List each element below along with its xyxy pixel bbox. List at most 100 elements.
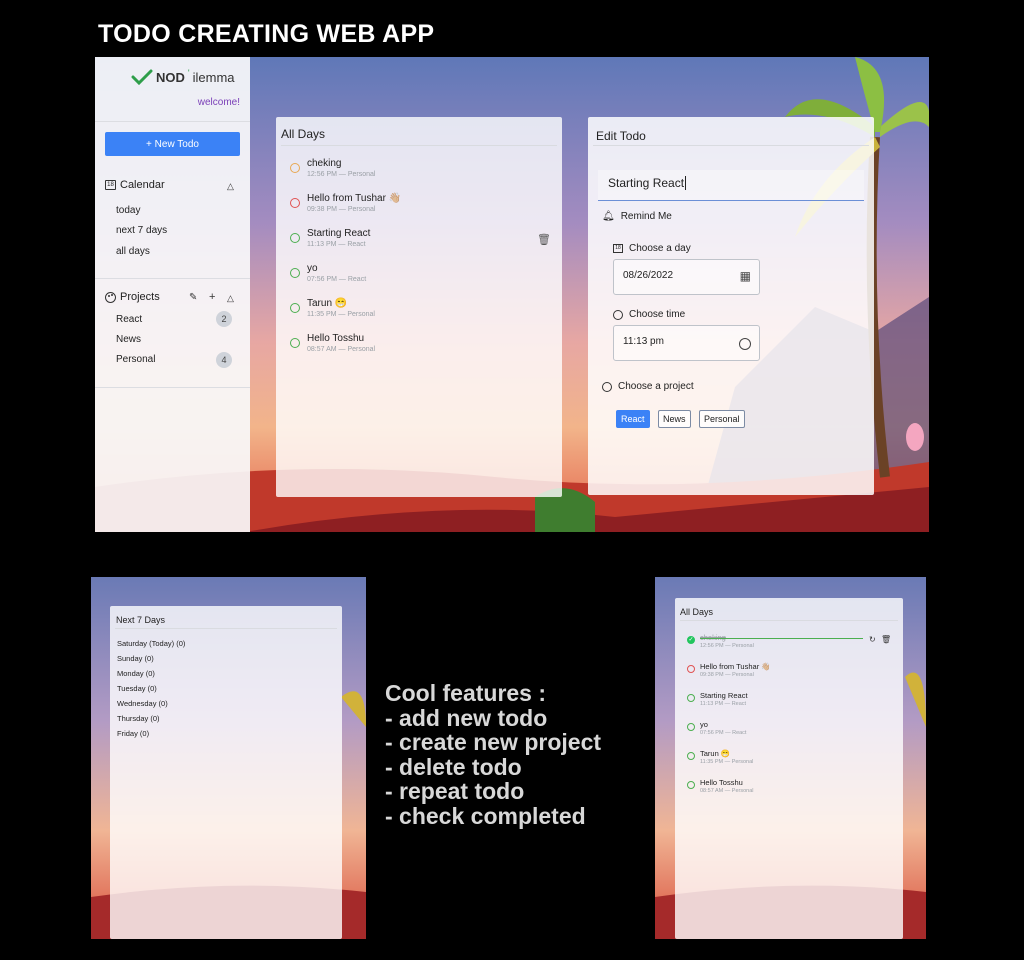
- sidebar-item-next-7-days[interactable]: next 7 days: [116, 225, 167, 236]
- todo-text-input[interactable]: Starting React: [598, 170, 864, 201]
- complete-checkbox[interactable]: [290, 233, 300, 243]
- todo-meta: 07:56 PM — React: [307, 276, 367, 283]
- project-count-badge: 4: [216, 352, 232, 368]
- feature-item: - delete todo: [385, 753, 522, 780]
- day-row: Tuesday (0): [117, 684, 157, 693]
- chevron-up-icon[interactable]: △: [227, 293, 234, 304]
- project-count-badge: 2: [216, 311, 232, 327]
- complete-checkbox[interactable]: [687, 723, 695, 731]
- todo-text-value: Starting React: [608, 176, 685, 190]
- project-option-personal[interactable]: Personal: [699, 410, 745, 428]
- list-panel-title: All Days: [281, 127, 326, 141]
- new-todo-button[interactable]: + New Todo: [105, 132, 240, 156]
- feature-item: - add new todo: [385, 704, 548, 731]
- app-logo[interactable]: NOD ' ilemma: [131, 68, 235, 85]
- complete-checkbox[interactable]: ✓: [687, 636, 695, 644]
- sidebar-item-today[interactable]: today: [116, 205, 140, 216]
- palette-icon: [105, 291, 116, 303]
- feature-item: - repeat todo: [385, 778, 525, 805]
- todo-meta: 11:35 PM — Personal: [700, 759, 754, 765]
- next-7-days-title: Next 7 Days: [116, 615, 166, 625]
- time-value: 11:13 pm: [623, 336, 664, 347]
- panel-divider: [281, 145, 557, 146]
- panel-divider: [593, 145, 869, 146]
- edit-todo-panel: Edit Todo Starting React 🔔︎ Remind Me 18…: [588, 117, 874, 495]
- repeat-icon[interactable]: ↻: [869, 635, 876, 644]
- sidebar: NOD ' ilemma welcome! + New Todo 18 Calend…: [95, 57, 250, 532]
- next-7-days-screenshot: Next 7 Days Saturday (Today) (0) Sunday (…: [91, 577, 366, 939]
- complete-checkbox[interactable]: [290, 198, 300, 208]
- pencil-icon[interactable]: ✎: [189, 292, 197, 303]
- date-input[interactable]: 08/26/2022 ▦: [613, 259, 760, 295]
- todo-text: Hello from Tushar 👋🏼: [307, 193, 402, 204]
- all-days-panel-small: All Days ✓cheking12:56 PM — PersonalHell…: [675, 598, 903, 939]
- sidebar-item-project-news[interactable]: News: [116, 334, 141, 345]
- todo-meta: 12:56 PM — Personal: [700, 643, 754, 649]
- next-7-days-panel: Next 7 Days Saturday (Today) (0) Sunday (…: [110, 606, 342, 939]
- complete-checkbox[interactable]: [290, 338, 300, 348]
- complete-checkbox[interactable]: [687, 752, 695, 760]
- complete-checkbox[interactable]: [687, 665, 695, 673]
- choose-day-label: 18 Choose a day: [613, 243, 691, 254]
- chevron-up-icon[interactable]: △: [227, 181, 234, 192]
- project-option-news[interactable]: News: [658, 410, 691, 428]
- clock-picker-icon[interactable]: [739, 338, 751, 350]
- todo-meta: 08:57 AM — Personal: [700, 788, 754, 794]
- check-icon: [131, 69, 153, 85]
- todo-meta: 11:35 PM — Personal: [307, 311, 375, 318]
- choose-time-text: Choose time: [629, 309, 686, 320]
- day-row: Sunday (0): [117, 654, 154, 663]
- todo-meta: 09:38 PM — Personal: [307, 206, 376, 213]
- todo-meta: 08:57 AM — Personal: [307, 346, 376, 353]
- day-row: Saturday (Today) (0): [117, 639, 186, 648]
- features-heading: Cool features :: [385, 680, 547, 706]
- calendar-icon: 18: [613, 244, 623, 253]
- feature-item: - check completed: [385, 802, 586, 829]
- add-project-icon[interactable]: +: [209, 291, 215, 303]
- panel-divider: [115, 628, 337, 629]
- remind-me-label: 🔔︎ Remind Me: [602, 211, 672, 222]
- complete-checkbox[interactable]: [290, 268, 300, 278]
- panel-divider: [680, 620, 898, 621]
- trash-icon[interactable]: 🗑: [537, 233, 551, 246]
- project-option-react[interactable]: React: [616, 410, 650, 428]
- todo-meta: 09:38 PM — Personal: [700, 672, 754, 678]
- sidebar-item-all-days[interactable]: all days: [116, 246, 150, 257]
- main-app-screenshot: NOD ' ilemma welcome! + New Todo 18 Calend…: [95, 57, 929, 532]
- palette-icon: [602, 381, 612, 392]
- todo-meta: 11:13 PM — React: [307, 241, 366, 248]
- projects-section-header[interactable]: Projects: [105, 291, 160, 303]
- todo-text: Tarun 😁: [307, 298, 348, 309]
- all-days-completed-screenshot: All Days ✓cheking12:56 PM — PersonalHell…: [655, 577, 926, 939]
- choose-project-label: Choose a project: [602, 381, 694, 392]
- todo-meta: 12:56 PM — Personal: [307, 171, 376, 178]
- day-row: Friday (0): [117, 729, 150, 738]
- logo-apostrophe: ': [187, 68, 190, 78]
- complete-checkbox[interactable]: [290, 303, 300, 313]
- complete-checkbox[interactable]: [687, 694, 695, 702]
- todo-text: Hello Tosshu: [307, 333, 365, 344]
- page-headline: TODO CREATING WEB APP: [98, 20, 435, 48]
- remind-me-text: Remind Me: [620, 211, 672, 222]
- choose-time-label: Choose time: [613, 309, 685, 320]
- check-icon: ✓: [688, 637, 694, 643]
- sidebar-item-project-react[interactable]: React: [116, 314, 142, 325]
- welcome-text: welcome!: [197, 97, 240, 108]
- feature-item: - create new project: [385, 729, 602, 756]
- complete-checkbox[interactable]: [687, 781, 695, 789]
- calendar-section-header[interactable]: 18 Calendar: [105, 179, 165, 191]
- trash-icon[interactable]: 🗑: [881, 635, 891, 644]
- sidebar-divider: [95, 121, 250, 122]
- complete-checkbox[interactable]: [290, 163, 300, 173]
- todo-list-panel: All Days cheking 12:56 PM — Personal Hello…: [276, 117, 562, 497]
- all-days-title-small: All Days: [680, 607, 714, 617]
- features-list: Cool features : - add new todo - create …: [385, 681, 601, 829]
- calendar-picker-icon[interactable]: ▦: [740, 269, 751, 283]
- sidebar-item-project-personal[interactable]: Personal: [116, 354, 155, 365]
- todo-text: Starting React: [700, 691, 748, 700]
- todo-text: yo: [307, 263, 318, 274]
- time-input[interactable]: 11:13 pm: [613, 325, 760, 361]
- edit-panel-title: Edit Todo: [596, 129, 646, 143]
- sidebar-divider: [95, 387, 250, 388]
- date-value: 08/26/2022: [623, 270, 674, 281]
